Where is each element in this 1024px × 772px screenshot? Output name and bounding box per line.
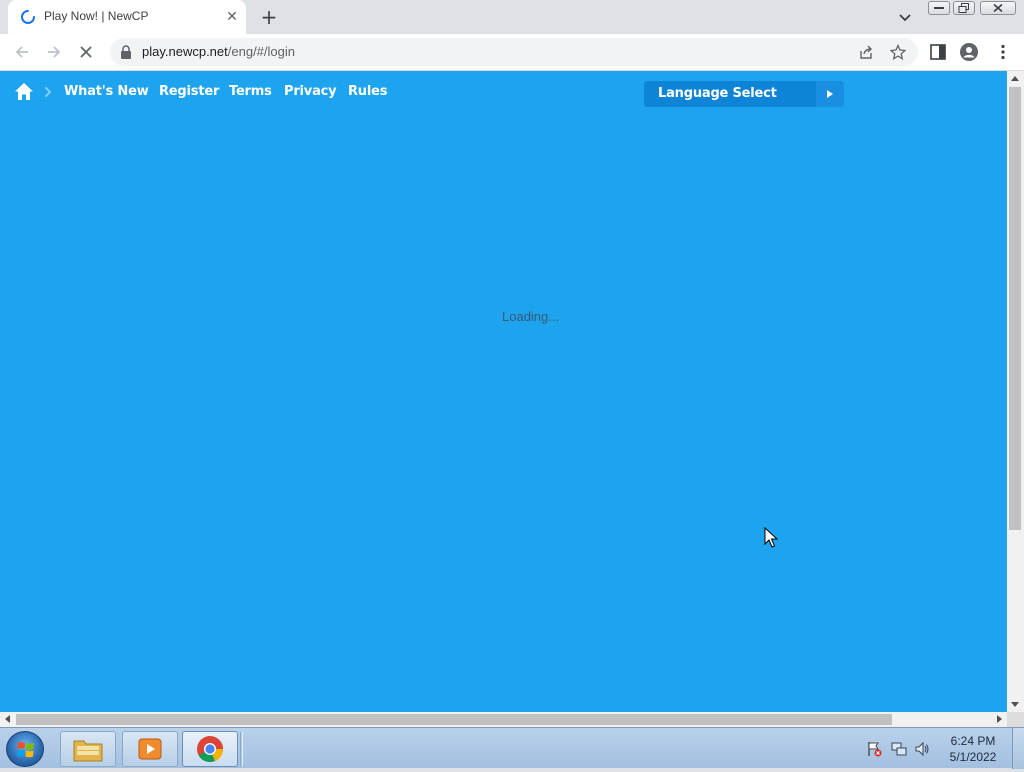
vertical-scroll-thumb[interactable] (1009, 87, 1021, 530)
taskbar-separator (240, 732, 243, 766)
stop-loading-icon[interactable] (76, 42, 96, 62)
start-button[interactable] (6, 731, 44, 767)
horizontal-scroll-thumb[interactable] (16, 714, 892, 725)
lock-icon[interactable] (120, 45, 132, 59)
nav-link-rules[interactable]: Rules (348, 84, 387, 99)
window-restore-button[interactable] (953, 1, 975, 15)
clock-date: 5/1/2022 (949, 750, 997, 764)
profile-avatar-icon[interactable] (960, 43, 978, 61)
scroll-down-arrow-icon[interactable] (1011, 702, 1019, 707)
share-icon[interactable] (858, 44, 874, 60)
restore-icon (958, 3, 969, 13)
nav-link-privacy[interactable]: Privacy (284, 84, 337, 99)
url-host: play.newcp.net (142, 44, 228, 59)
language-select-button[interactable]: Language Select (644, 81, 844, 107)
taskbar-file-explorer[interactable] (60, 731, 116, 767)
breadcrumb-chevron-icon (44, 86, 52, 98)
tab-strip: Play Now! | NewCP ✕ + (0, 0, 1024, 34)
scrollbar-corner (1007, 712, 1024, 727)
chrome-icon (197, 736, 224, 763)
close-icon (993, 3, 1003, 13)
loading-text: Loading... (502, 309, 560, 324)
url-path: /eng/#/login (227, 44, 295, 59)
tab-close-icon[interactable]: ✕ (224, 9, 240, 25)
network-icon[interactable] (891, 741, 907, 757)
new-tab-button[interactable]: + (258, 6, 280, 28)
tab-title: Play Now! | NewCP (44, 9, 149, 23)
site-nav: What's New Register Terms Privacy Rules … (0, 71, 1007, 115)
kebab-menu-icon[interactable] (994, 43, 1012, 61)
minimize-icon (934, 7, 944, 9)
windows-taskbar: 6:24 PM 5/1/2022 (0, 727, 1024, 769)
window-close-button[interactable] (980, 1, 1016, 15)
show-desktop-button[interactable] (1012, 728, 1024, 769)
forward-arrow-icon[interactable] (44, 42, 64, 62)
scroll-right-arrow-icon[interactable] (997, 715, 1002, 723)
nav-link-whats-new[interactable]: What's New (64, 84, 149, 99)
home-icon[interactable] (14, 82, 34, 101)
vertical-scrollbar[interactable] (1007, 71, 1024, 712)
address-bar[interactable]: play.newcp.net/eng/#/login (110, 38, 918, 66)
loading-spinner-icon (21, 10, 35, 24)
action-center-flag-icon[interactable] (866, 741, 882, 757)
play-arrow-icon (827, 90, 833, 98)
horizontal-scrollbar[interactable] (0, 712, 1007, 727)
clock-time: 6:24 PM (950, 734, 996, 748)
taskbar-chrome[interactable] (182, 731, 238, 767)
scroll-left-arrow-icon[interactable] (5, 715, 10, 723)
media-player-icon (138, 738, 162, 760)
side-panel-icon[interactable] (929, 43, 947, 61)
browser-window: Play Now! | NewCP ✕ + play.newcp.net/eng… (0, 0, 1024, 769)
bookmark-star-icon[interactable] (890, 44, 906, 60)
tab-active[interactable]: Play Now! | NewCP ✕ (8, 0, 246, 34)
window-minimize-button[interactable] (928, 1, 950, 15)
url-text: play.newcp.net/eng/#/login (142, 44, 295, 59)
language-select-arrow (816, 81, 844, 107)
folder-icon (73, 740, 103, 762)
nav-link-register[interactable]: Register (159, 84, 219, 99)
system-clock[interactable]: 6:24 PM 5/1/2022 (942, 733, 1004, 765)
windows-logo-icon (17, 742, 34, 758)
tab-search-chevron-icon[interactable] (896, 8, 914, 26)
nav-link-terms[interactable]: Terms (229, 84, 272, 99)
mouse-pointer-icon (764, 527, 778, 548)
language-select-label: Language Select (658, 86, 777, 101)
browser-toolbar: play.newcp.net/eng/#/login (0, 34, 1024, 71)
taskbar-media-player[interactable] (122, 731, 178, 767)
back-arrow-icon[interactable] (12, 42, 32, 62)
scroll-up-arrow-icon[interactable] (1011, 76, 1019, 81)
volume-icon[interactable] (914, 741, 930, 757)
page-viewport: What's New Register Terms Privacy Rules … (0, 71, 1007, 712)
